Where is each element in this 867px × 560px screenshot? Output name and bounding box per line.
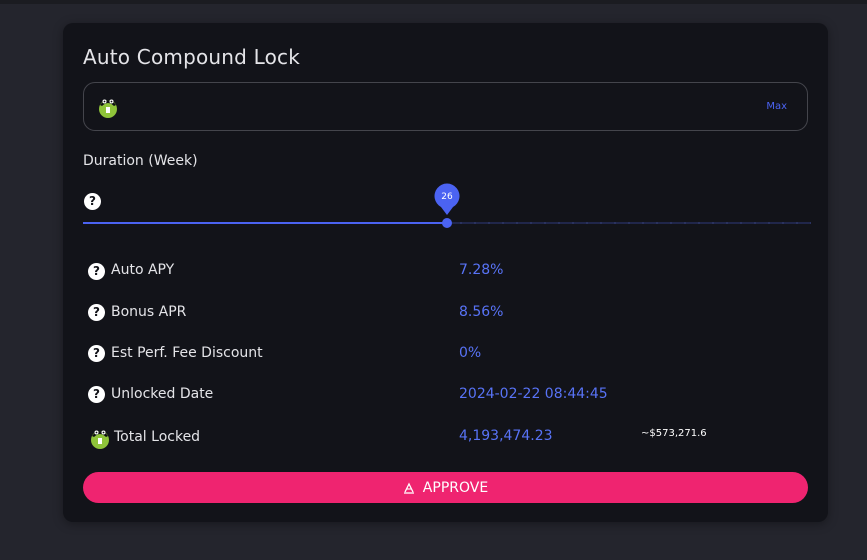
unlocked-date-help-icon[interactable]: ? <box>88 386 105 403</box>
slider-thumb[interactable] <box>442 218 452 228</box>
auto-apy-help-icon[interactable]: ? <box>88 263 105 280</box>
lock-card: Auto Compound Lock Max Duration (Week) ?… <box>63 23 828 522</box>
top-bar <box>0 0 867 4</box>
auto-apy-value: 7.28% <box>459 262 504 278</box>
approve-label: APPROVE <box>422 479 489 496</box>
slider-value-label: 26 <box>441 192 453 202</box>
amount-input-box[interactable]: Max <box>83 82 808 131</box>
total-locked-value: 4,193,474.23 <box>459 428 553 444</box>
approve-button[interactable]: APPROVE <box>83 472 808 503</box>
unlocked-date-label: Unlocked Date <box>111 386 214 402</box>
max-button[interactable]: Max <box>766 101 787 112</box>
total-locked-usd: ~$573,271.6 <box>641 428 707 439</box>
total-locked-label: Total Locked <box>114 429 201 445</box>
fee-discount-label: Est Perf. Fee Discount <box>111 345 263 361</box>
token-logo-icon <box>99 99 117 118</box>
unlocked-date-value: 2024-02-22 08:44:45 <box>459 386 608 402</box>
duration-slider[interactable]: 26 <box>83 183 811 233</box>
card-title: Auto Compound Lock <box>83 45 301 69</box>
approve-icon <box>403 482 414 494</box>
fee-discount-help-icon[interactable]: ? <box>88 345 105 362</box>
auto-apy-label: Auto APY <box>111 262 175 278</box>
bonus-apr-help-icon[interactable]: ? <box>88 304 105 321</box>
duration-label: Duration (Week) <box>83 153 198 169</box>
amount-input[interactable] <box>132 93 736 121</box>
fee-discount-value: 0% <box>459 345 482 361</box>
slider-value-bubble: 26 <box>434 183 460 215</box>
bonus-apr-label: Bonus APR <box>111 304 187 320</box>
bonus-apr-value: 8.56% <box>459 304 504 320</box>
total-locked-token-icon <box>91 430 109 449</box>
